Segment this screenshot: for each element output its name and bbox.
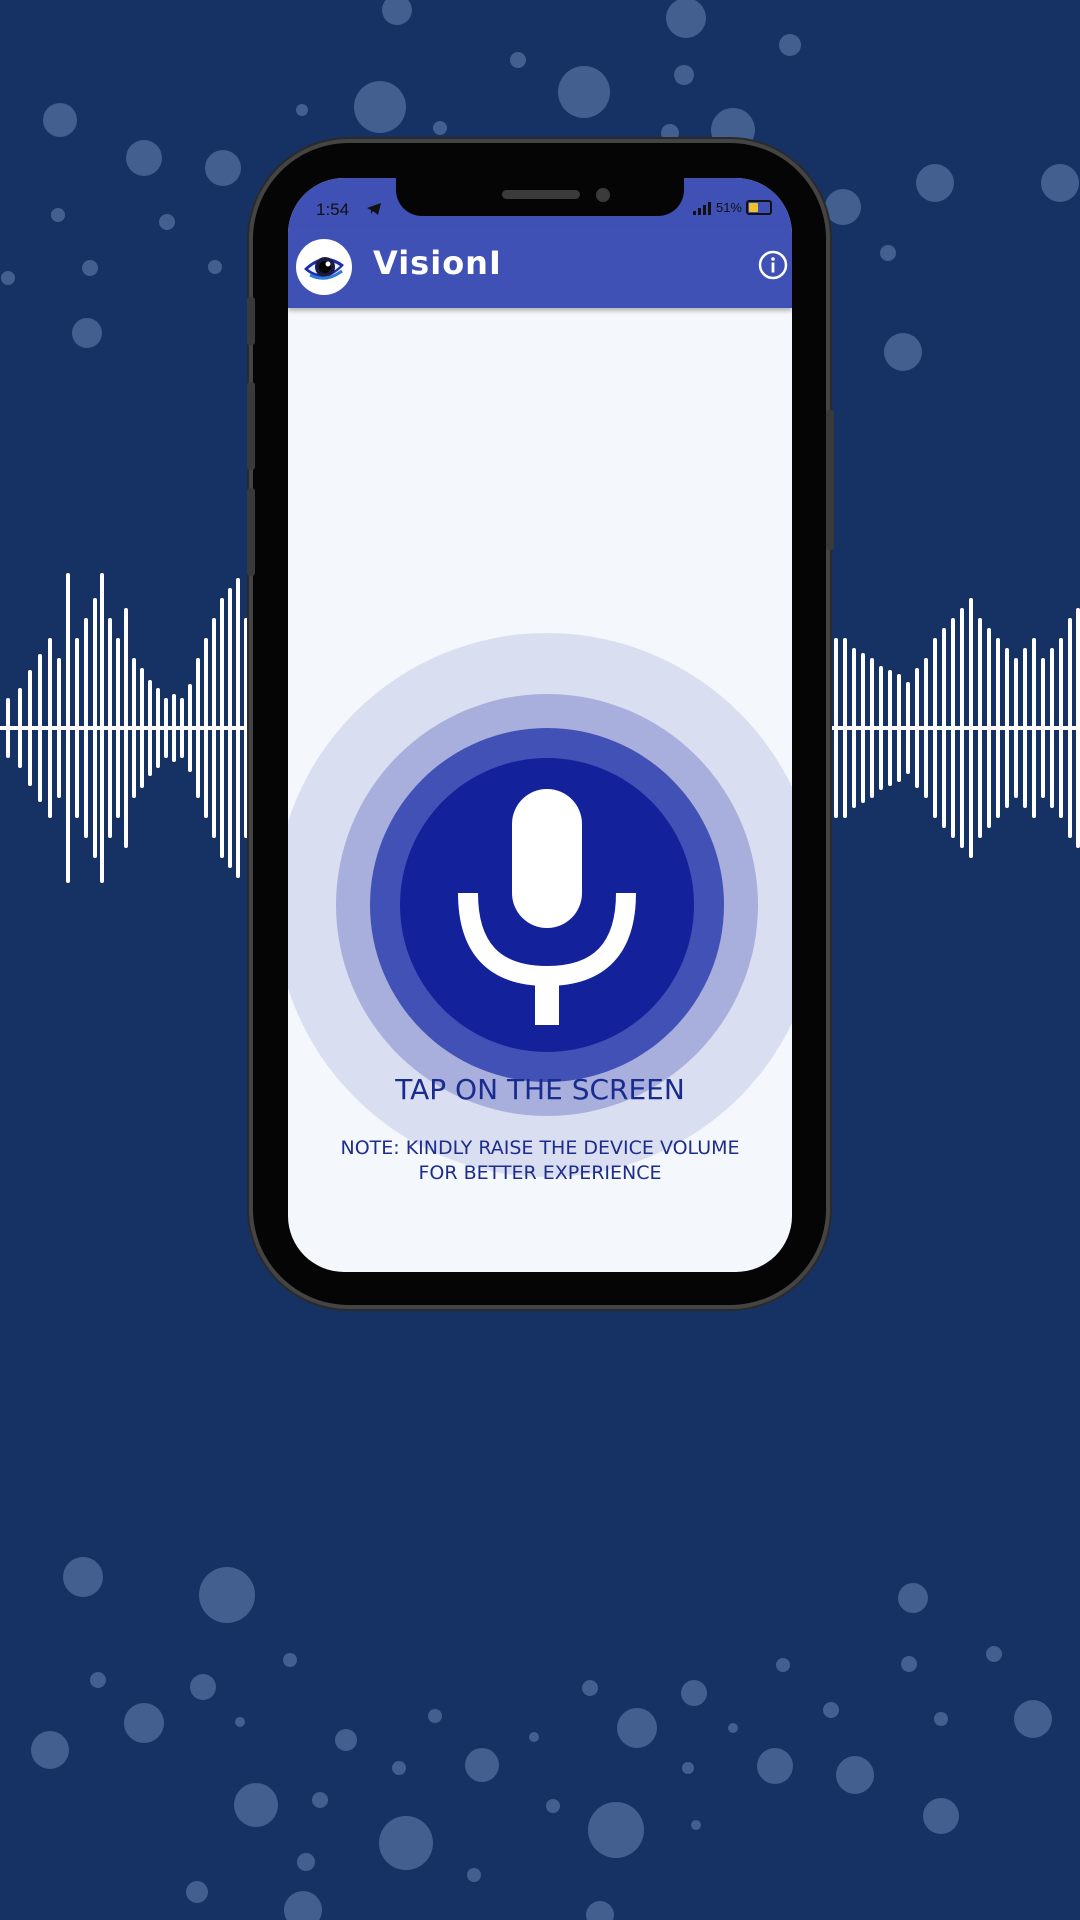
earpiece-speaker: [502, 190, 580, 199]
eye-logo-icon: [296, 239, 352, 295]
volume-note: NOTE: KINDLY RAISE THE DEVICE VOLUME FOR…: [340, 1137, 740, 1184]
battery-icon: [746, 200, 772, 215]
sound-wave-right: [828, 598, 1080, 858]
microphone-button[interactable]: [288, 308, 792, 1272]
sound-wave-left: [0, 573, 254, 883]
status-right: 51%: [692, 200, 772, 215]
info-button[interactable]: [758, 250, 792, 284]
volume-up-button: [247, 382, 255, 470]
battery-percent: 51%: [715, 200, 742, 215]
app-bar: VisionI: [288, 226, 792, 308]
front-camera: [596, 188, 610, 202]
power-button: [826, 410, 834, 550]
status-bar: 1:54 51%: [288, 178, 792, 226]
phone-screen[interactable]: 1:54 51% VisionI TAP ON THE SCREEN NOTE:…: [288, 178, 792, 1272]
status-time: 1:54: [316, 200, 350, 219]
telegram-icon: [367, 203, 381, 215]
tap-instruction: TAP ON THE SCREEN: [395, 1073, 685, 1106]
notch: [396, 178, 684, 216]
app-title: VisionI: [373, 244, 502, 282]
volume-down-button: [247, 488, 255, 576]
info-icon: [758, 250, 788, 280]
phone-side-button: [247, 297, 255, 345]
signal-icon: [692, 201, 711, 215]
mic-area[interactable]: TAP ON THE SCREEN NOTE: KINDLY RAISE THE…: [288, 308, 792, 1272]
